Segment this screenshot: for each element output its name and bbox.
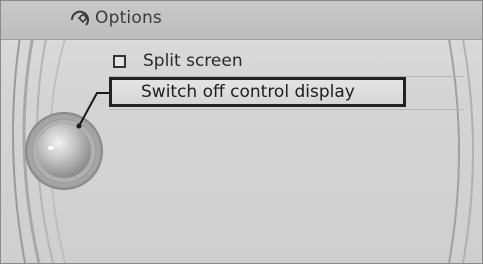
page-title: Options: [95, 8, 162, 28]
control-display-screen: Options Split screen Switch off control …: [0, 0, 483, 264]
settings-display-icon: [70, 10, 89, 26]
options-header: Options: [1, 1, 482, 40]
switch-off-display-label: Switch off control display: [141, 82, 355, 102]
split-screen-option[interactable]: Split screen: [109, 46, 243, 76]
split-screen-label: Split screen: [143, 51, 243, 71]
split-screen-checkbox[interactable]: [113, 54, 126, 68]
menu-divider: [109, 109, 464, 110]
controller-knob-icon: [12, 6, 474, 263]
